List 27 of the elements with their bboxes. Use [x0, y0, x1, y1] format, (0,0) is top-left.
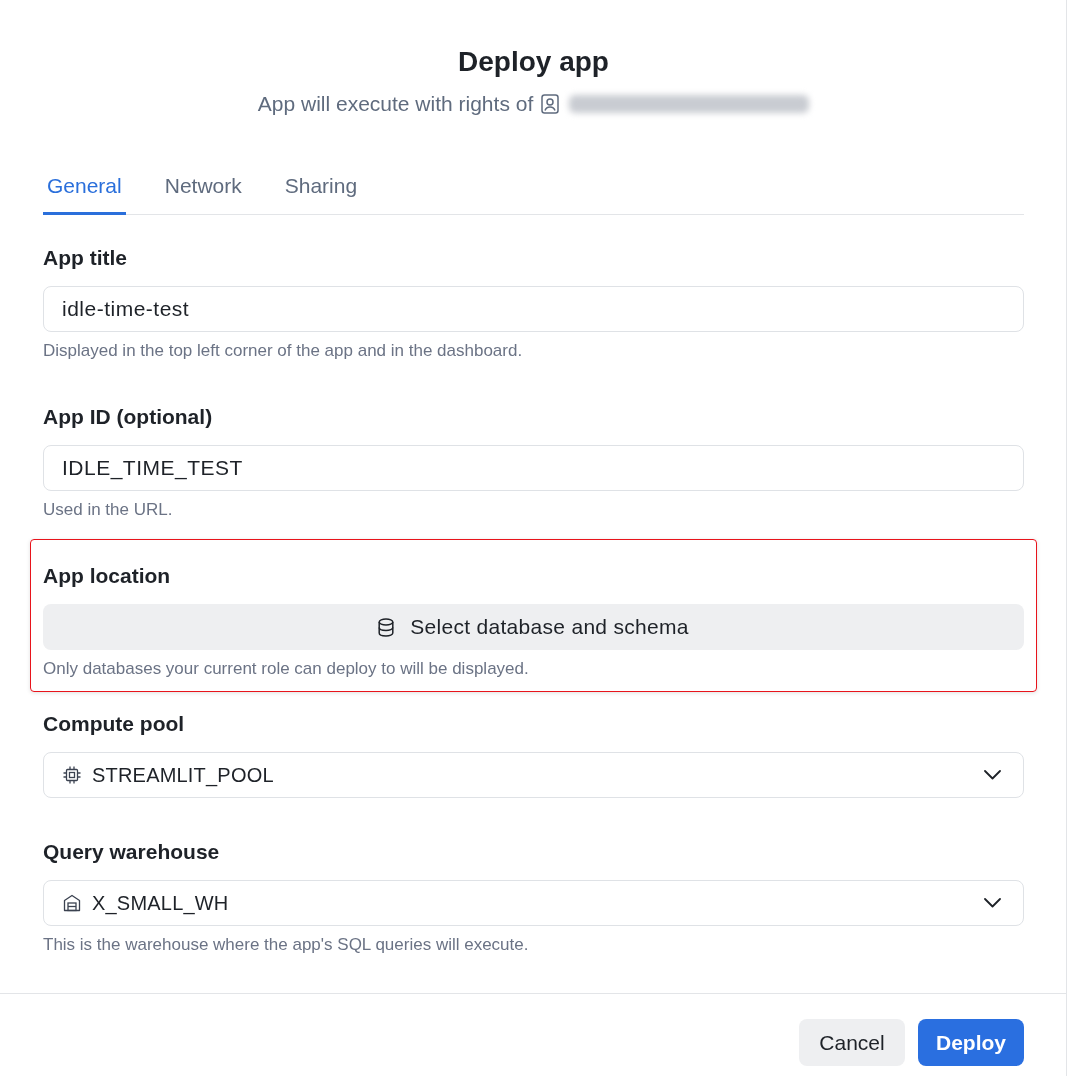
help-text: Displayed in the top left corner of the app and in the dashboard.: [43, 340, 524, 362]
select-field[interactable]: X_SMALL_WH: [43, 880, 1024, 926]
chevron-down-icon: [984, 770, 1001, 780]
field-label: Compute pool: [43, 711, 186, 737]
select-field[interactable]: STREAMLIT_POOL: [43, 752, 1024, 798]
field-label: Query warehouse: [43, 839, 221, 865]
warehouse-icon: [63, 894, 81, 912]
help-text: Only databases your current role can deploy to will be displayed.: [43, 658, 530, 680]
text-input[interactable]: IDLE_TIME_TEST: [43, 445, 1024, 491]
help-text: This is the warehouse where the app's SQL queries will execute.: [43, 934, 530, 956]
tab[interactable]: General: [43, 158, 126, 215]
database-icon: [378, 617, 395, 637]
cancel-button[interactable]: Cancel: [799, 1019, 905, 1066]
chip-icon: [63, 766, 81, 784]
user-icon: [541, 94, 560, 114]
select-location-button[interactable]: Select database and schema: [43, 604, 1024, 650]
chevron-down-icon: [984, 898, 1001, 908]
tab[interactable]: Sharing: [280, 158, 362, 215]
dialog-subtitle: App will execute with rights of: [257, 91, 534, 117]
deploy-button[interactable]: Deploy: [918, 1019, 1024, 1066]
text-input[interactable]: idle-time-test: [43, 286, 1024, 332]
field-label: App ID (optional): [43, 404, 214, 430]
tab[interactable]: Network: [160, 158, 246, 215]
field-label: App title: [43, 245, 128, 271]
dialog-title: Deploy app: [457, 45, 610, 79]
field-label: App location: [43, 563, 172, 589]
help-text: Used in the URL.: [43, 499, 174, 521]
